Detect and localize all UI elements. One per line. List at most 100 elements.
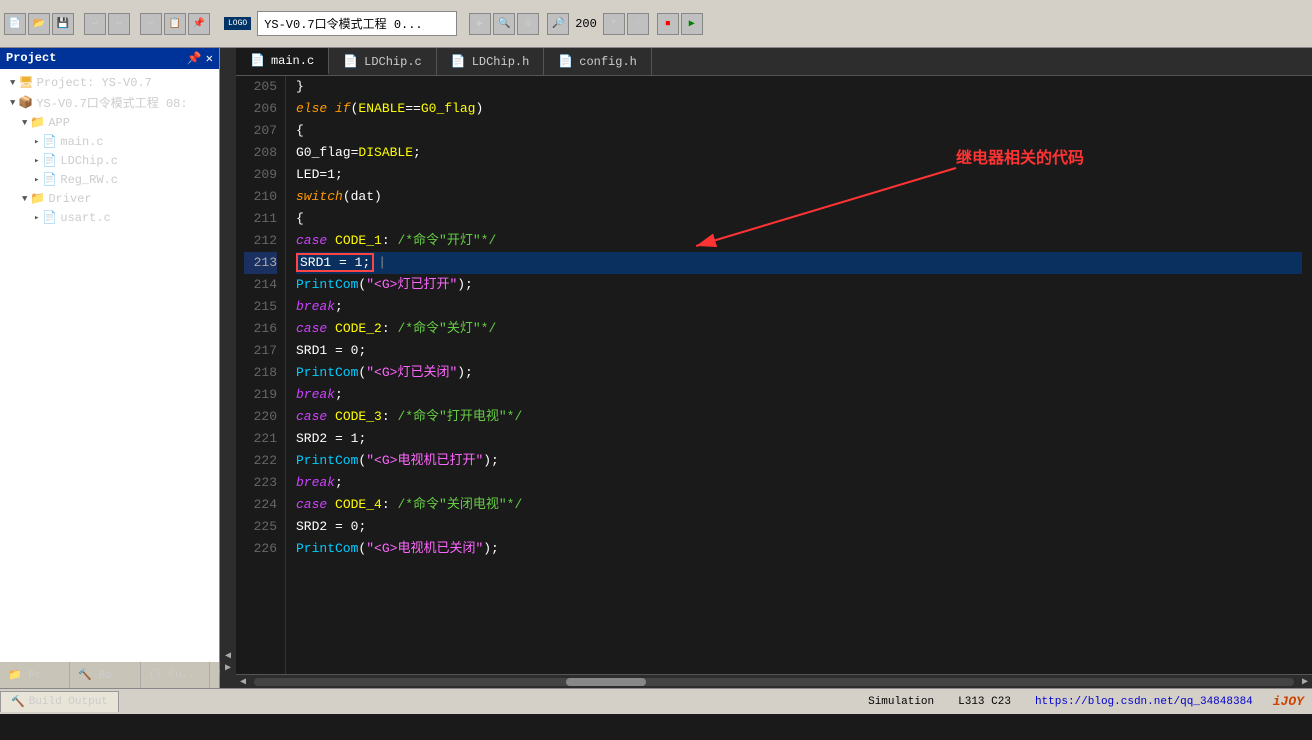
sidebar-header: Project 📌 ✕ xyxy=(0,48,219,69)
zoom-level: 200 xyxy=(571,17,601,31)
code-line-206: else if(ENABLE==G0_flag) xyxy=(296,98,1302,120)
tree-item-usartc[interactable]: ▸ 📄 usart.c xyxy=(0,208,219,227)
build-output-label: Build Output xyxy=(29,696,108,708)
tree-item-ldchipc[interactable]: ▸ 📄 LDChip.c xyxy=(0,151,219,170)
file-icon-usartc: 📄 xyxy=(42,210,57,225)
scroll-thumb[interactable] xyxy=(566,678,646,686)
code-line-222: PrintCom("<G>电视机已打开"); xyxy=(296,450,1302,472)
sidebar-tab-pr[interactable]: 📁 Pr... xyxy=(0,662,70,688)
code-area: 📄 main.c 📄 LDChip.c 📄 LDChip.h 📄 config.… xyxy=(236,48,1312,688)
project-icon: 🖥 xyxy=(18,75,33,90)
sidebar-header-icons: 📌 ✕ xyxy=(187,51,213,66)
debug-icon[interactable]: 🔍 xyxy=(493,13,515,35)
expand-icon-ldchipc: ▸ xyxy=(34,156,39,166)
code-line-214: PrintCom("<G>灯已打开"); xyxy=(296,274,1302,296)
tree-item-regrwc[interactable]: ▸ 📄 Reg_RW.c xyxy=(0,170,219,189)
code-line-224: case CODE_4: /*命令"关闭电视"*/ xyxy=(296,494,1302,516)
code-line-219: break; xyxy=(296,384,1302,406)
toolbar: 📄 📂 💾 ↩ ↪ ✂ 📋 📌 LOGO YS-V0.7口令模式工程 0... … xyxy=(0,0,1312,48)
tab-ldchipc-icon: 📄 xyxy=(343,54,358,69)
build-icon[interactable]: ▶ xyxy=(469,13,491,35)
ysv07-label: YS-V0.7口令模式工程 08: xyxy=(36,94,187,111)
project-label: Project: YS-V0.7 xyxy=(37,76,152,90)
run-icon[interactable]: ▶ xyxy=(681,13,703,35)
tab-ldchiph-icon: 📄 xyxy=(451,54,466,69)
undo-icon[interactable]: ↩ xyxy=(84,13,106,35)
sidebar-close-icon[interactable]: ✕ xyxy=(206,51,213,66)
tab-ldchipc-label: LDChip.c xyxy=(364,55,422,69)
sidebar-tab-fu[interactable]: {} Fu... xyxy=(141,662,211,688)
tree-item-driver[interactable]: ▼ 📁 Driver xyxy=(0,189,219,208)
expand-icon-usartc: ▸ xyxy=(34,213,39,223)
code-line-216: case CODE_2: /*命令"关灯"*/ xyxy=(296,318,1302,340)
scroll-track xyxy=(254,678,1294,686)
settings-icon[interactable]: ⚙ xyxy=(517,13,539,35)
code-content[interactable]: } else if(ENABLE==G0_flag) { G0_flag=DIS… xyxy=(286,76,1312,674)
tab-configh[interactable]: 📄 config.h xyxy=(544,48,652,75)
zoom-icon[interactable]: 🔎 xyxy=(547,13,569,35)
code-line-207: { xyxy=(296,120,1302,142)
copy-icon[interactable]: 📋 xyxy=(164,13,186,35)
project-node-icon: 📦 xyxy=(18,95,33,110)
bottom-status-area: 🔨 Build Output Simulation L313 C23 https… xyxy=(0,688,1312,714)
tab-configh-label: config.h xyxy=(579,55,637,69)
sidebar-bottom: 📁 Pr... 🔨 Bo... {} Fu... 🔍 Te... xyxy=(0,662,219,688)
scroll-left-btn[interactable]: ◀ xyxy=(236,676,250,688)
open-icon[interactable]: 📂 xyxy=(28,13,50,35)
zoom-in-icon[interactable]: + xyxy=(603,13,625,35)
code-line-212: case CODE_1: /*命令"开灯"*/ xyxy=(296,230,1302,252)
tree-item-project[interactable]: ▼ 🖥 Project: YS-V0.7 xyxy=(0,73,219,92)
code-line-215: break; xyxy=(296,296,1302,318)
tab-ldchiph-label: LDChip.h xyxy=(472,55,530,69)
sidebar-tab-bo[interactable]: 🔨 Bo... xyxy=(70,662,140,688)
expand-icon-2: ▼ xyxy=(10,98,15,108)
regrwc-label: Reg_RW.c xyxy=(60,173,118,187)
paste-icon[interactable]: 📌 xyxy=(188,13,210,35)
editor-tabs: 📄 main.c 📄 LDChip.c 📄 LDChip.h 📄 config.… xyxy=(236,48,1312,76)
stop-icon[interactable]: ⏹ xyxy=(657,13,679,35)
driver-label: Driver xyxy=(48,192,91,206)
file-icon-regrwc: 📄 xyxy=(42,172,57,187)
expand-icon-mainc: ▸ xyxy=(34,137,39,147)
expand-icon-driver: ▼ xyxy=(22,194,27,204)
app-label: APP xyxy=(48,116,70,130)
cut-icon[interactable]: ✂ xyxy=(140,13,162,35)
code-editor[interactable]: 205 206 207 208 209 210 211 212 213 214 … xyxy=(236,76,1312,674)
scroll-right-btn[interactable]: ▶ xyxy=(1298,676,1312,688)
scrollbar-horizontal[interactable]: ◀ ▶ xyxy=(236,674,1312,688)
code-line-210: switch(dat) xyxy=(296,186,1302,208)
ldchipc-label: LDChip.c xyxy=(60,154,118,168)
folder-icon-driver: 📁 xyxy=(30,191,45,206)
build-output-tab[interactable]: 🔨 Build Output xyxy=(0,691,119,712)
logo: LOGO xyxy=(224,17,251,30)
build-output-icon: 🔨 xyxy=(11,695,25,709)
tab-mainc-icon: 📄 xyxy=(250,53,265,68)
new-icon[interactable]: 📄 xyxy=(4,13,26,35)
code-line-209: LED=1; xyxy=(296,164,1302,186)
status-url: https://blog.csdn.net/qq_34848384 xyxy=(1023,696,1265,708)
code-line-221: SRD2 = 1; xyxy=(296,428,1302,450)
tab-configh-icon: 📄 xyxy=(558,54,573,69)
sidebar-tree: ▼ 🖥 Project: YS-V0.7 ▼ 📦 YS-V0.7口令模式工程 0… xyxy=(0,69,219,662)
tab-ldchiph[interactable]: 📄 LDChip.h xyxy=(437,48,545,75)
tree-item-mainc[interactable]: ▸ 📄 main.c xyxy=(0,132,219,151)
watermark: iJOY xyxy=(1265,694,1312,709)
toolbar-icons: 📄 📂 💾 ↩ ↪ ✂ 📋 📌 LOGO YS-V0.7口令模式工程 0... … xyxy=(4,11,703,36)
code-line-218: PrintCom("<G>灯已关闭"); xyxy=(296,362,1302,384)
save-icon[interactable]: 💾 xyxy=(52,13,74,35)
tab-mainc[interactable]: 📄 main.c xyxy=(236,48,329,75)
tree-item-ysv07[interactable]: ▼ 📦 YS-V0.7口令模式工程 08: xyxy=(0,92,219,113)
zoom-out-icon[interactable]: - xyxy=(627,13,649,35)
scroll-right-arrow[interactable]: ▶ xyxy=(225,662,231,674)
file-icon-ldchipc: 📄 xyxy=(42,153,57,168)
redo-icon[interactable]: ↪ xyxy=(108,13,130,35)
tab-ldchipc[interactable]: 📄 LDChip.c xyxy=(329,48,437,75)
scroll-left-arrow[interactable]: ◀ xyxy=(225,650,231,662)
line-numbers: 205 206 207 208 209 210 211 212 213 214 … xyxy=(236,76,286,674)
sidebar-pin-icon[interactable]: 📌 xyxy=(187,51,202,66)
expand-icon: ▼ xyxy=(10,78,15,88)
code-line-220: case CODE_3: /*命令"打开电视"*/ xyxy=(296,406,1302,428)
tree-item-app[interactable]: ▼ 📁 APP xyxy=(0,113,219,132)
folder-icon-app: 📁 xyxy=(30,115,45,130)
project-dropdown[interactable]: YS-V0.7口令模式工程 0... xyxy=(257,11,457,36)
